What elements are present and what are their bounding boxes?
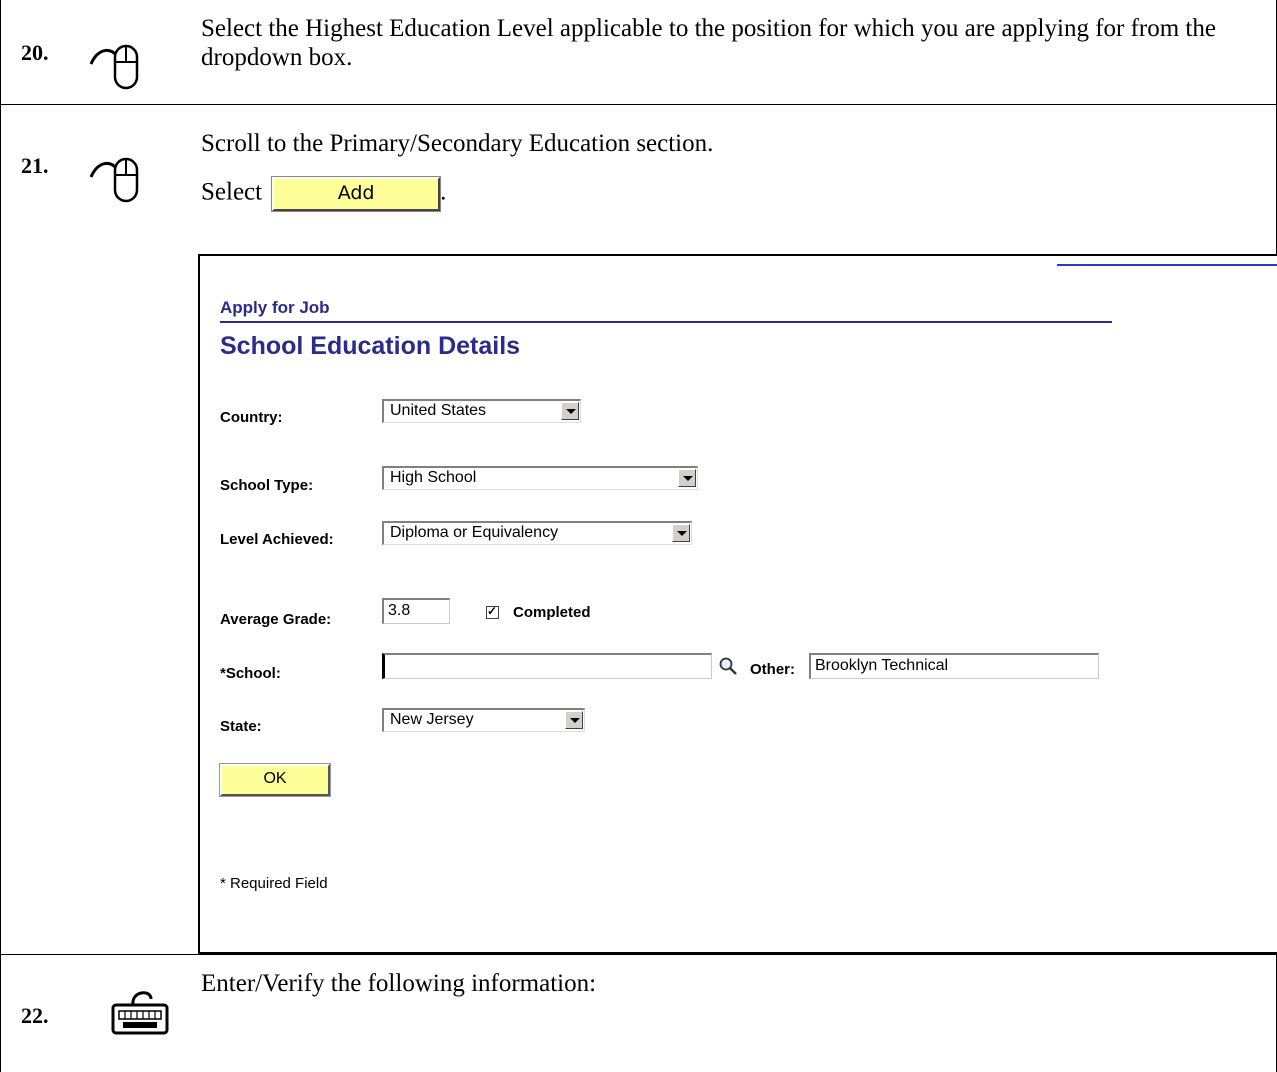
step-20-row: 20. Select the Highest Education Level a… — [0, 0, 1277, 104]
step-22-row: 22. Enter/Verify the following informati… — [0, 954, 1277, 1072]
step-20-text: Select the Highest Education Level appli… — [201, 15, 1216, 71]
state-select[interactable]: New Jersey — [382, 708, 585, 732]
dropdown-arrow-icon[interactable] — [672, 524, 690, 542]
ok-button[interactable]: OK — [219, 763, 331, 797]
lookup-magnifier-icon[interactable] — [718, 656, 738, 681]
school-input[interactable] — [382, 653, 712, 679]
step-number: 21. — [21, 153, 49, 178]
country-select[interactable]: United States — [382, 399, 581, 423]
completed-label: Completed — [513, 604, 591, 621]
dropdown-arrow-icon[interactable] — [678, 469, 696, 487]
level-achieved-select[interactable]: Diploma or Equivalency — [382, 521, 692, 545]
average-grade-input[interactable]: 3.8 — [382, 598, 450, 624]
dropdown-arrow-icon[interactable] — [561, 402, 579, 420]
country-label: Country: — [220, 409, 283, 426]
step-21-line1: Scroll to the Primary/Secondary Educatio… — [201, 130, 714, 157]
other-school-input[interactable]: Brooklyn Technical — [809, 653, 1099, 679]
school-type-select[interactable]: High School — [382, 466, 698, 490]
school-education-screenshot: Apply for Job School Education Details C… — [198, 254, 1277, 954]
breadcrumb: Apply for Job — [220, 298, 330, 317]
mouse-icon — [87, 143, 157, 208]
average-grade-label: Average Grade: — [220, 611, 332, 628]
mouse-icon — [87, 30, 157, 95]
other-label: Other: — [750, 661, 795, 678]
header-links — [1057, 256, 1277, 266]
dropdown-arrow-icon[interactable] — [565, 711, 583, 729]
select-prefix: Select — [201, 178, 263, 206]
state-label: State: — [220, 718, 262, 735]
page-title: School Education Details — [220, 332, 521, 360]
step-21-line2: Select Add. — [201, 176, 447, 212]
completed-checkbox[interactable]: ✓ — [486, 604, 499, 619]
level-achieved-label: Level Achieved: — [220, 531, 334, 548]
instruction-document: 20. Select the Highest Education Level a… — [0, 0, 1277, 1072]
divider — [220, 321, 1112, 323]
country-value: United States — [390, 402, 487, 419]
sentence-period: . — [440, 178, 447, 206]
level-achieved-value: Diploma or Equivalency — [390, 524, 559, 541]
step-22-text: Enter/Verify the following information: — [201, 970, 597, 997]
add-button[interactable]: Add — [271, 176, 442, 212]
keyboard-icon — [111, 987, 171, 1044]
school-type-label: School Type: — [220, 477, 314, 494]
checkmark-icon: ✓ — [487, 604, 498, 618]
step-number: 22. — [21, 1003, 49, 1028]
step-number: 20. — [21, 40, 49, 65]
required-field-note: * Required Field — [220, 875, 328, 892]
school-label: *School: — [220, 665, 281, 682]
state-value: New Jersey — [390, 711, 474, 728]
school-type-value: High School — [390, 469, 477, 486]
